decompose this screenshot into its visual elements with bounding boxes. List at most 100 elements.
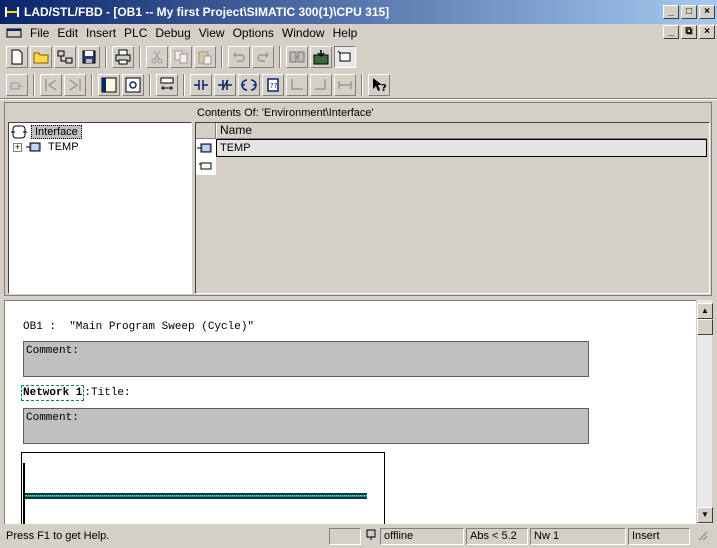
- open-branch-button[interactable]: [286, 74, 308, 96]
- menu-debug[interactable]: Debug: [155, 26, 190, 40]
- doc-close-button[interactable]: ×: [699, 25, 715, 39]
- network-header: Network 1:Title:: [21, 385, 131, 401]
- tree-item-interface[interactable]: Interface: [11, 125, 82, 139]
- connection-button[interactable]: [334, 74, 356, 96]
- row-gutter: [196, 157, 216, 175]
- normally-closed-contact-icon: [218, 79, 232, 91]
- clipboard-icon: [198, 51, 212, 65]
- empty-box-button[interactable]: ??: [262, 74, 284, 96]
- cut-button[interactable]: [146, 46, 168, 68]
- ladder-rung[interactable]: [25, 493, 367, 499]
- column-header-name[interactable]: Name: [216, 123, 707, 139]
- previous-network-button[interactable]: [40, 74, 62, 96]
- normally-open-contact-button[interactable]: [190, 74, 212, 96]
- redo-button[interactable]: [252, 46, 274, 68]
- ladder-network[interactable]: [21, 452, 385, 524]
- grid-corner: [196, 123, 216, 139]
- overview-window-icon: [101, 77, 117, 93]
- new-row[interactable]: [196, 157, 709, 175]
- new-button[interactable]: [6, 46, 28, 68]
- save-button[interactable]: [78, 46, 100, 68]
- normally-closed-contact-button[interactable]: [214, 74, 236, 96]
- network-comment-box[interactable]: Comment:: [23, 408, 589, 444]
- floppy-disk-icon: [82, 50, 96, 64]
- program-elements-button[interactable]: [6, 74, 28, 96]
- menu-file[interactable]: File: [30, 26, 49, 40]
- toolbar-separator: [183, 74, 185, 96]
- open-branch-icon: [291, 79, 303, 90]
- undo-button[interactable]: [228, 46, 250, 68]
- menu-plc[interactable]: PLC: [124, 26, 147, 40]
- contents-grid: Name TEMP: [195, 122, 710, 294]
- toolbar-separator: [361, 74, 363, 96]
- interface-icon: [11, 125, 27, 139]
- scroll-up-button[interactable]: ▲: [697, 303, 713, 319]
- row-name-cell[interactable]: TEMP: [216, 139, 707, 157]
- load-to-pg-button[interactable]: [286, 46, 308, 68]
- open-button[interactable]: [30, 46, 52, 68]
- toolbar-separator: [149, 74, 151, 96]
- next-network-icon: [69, 79, 81, 91]
- network-label[interactable]: Network 1: [21, 385, 85, 401]
- network-title[interactable]: :Title:: [84, 387, 130, 399]
- paste-button[interactable]: [194, 46, 216, 68]
- menu-options[interactable]: Options: [233, 26, 274, 40]
- overview-button[interactable]: [98, 74, 120, 96]
- temp-variable-icon: [197, 143, 212, 153]
- copy-button[interactable]: [170, 46, 192, 68]
- scroll-thumb[interactable]: [697, 319, 713, 335]
- program-elements-icon: [10, 82, 23, 90]
- normally-open-contact-icon: [194, 80, 208, 90]
- document-window-icon[interactable]: [6, 27, 22, 39]
- status-abs-value: Abs < 5.2: [466, 528, 528, 545]
- table-row[interactable]: TEMP: [196, 139, 709, 157]
- context-help-button[interactable]: ?: [368, 74, 390, 96]
- toolbar-separator: [105, 46, 107, 68]
- menu-edit[interactable]: Edit: [57, 26, 78, 40]
- toolbar-separator: [91, 74, 93, 96]
- resize-grip[interactable]: [692, 528, 714, 545]
- coil-button[interactable]: [238, 74, 260, 96]
- block-comment-box[interactable]: Comment:: [23, 341, 589, 377]
- toolbar-separator: [279, 46, 281, 68]
- vertical-scrollbar[interactable]: ▲ ▼: [696, 300, 713, 524]
- code-editor[interactable]: OB1 : "Main Program Sweep (Cycle)" Comme…: [4, 300, 696, 524]
- new-document-icon: [11, 49, 23, 65]
- row-gutter: [196, 139, 216, 157]
- monitor-button[interactable]: [334, 46, 356, 68]
- status-blank-field: [329, 528, 361, 545]
- minimize-button[interactable]: _: [663, 5, 679, 19]
- expand-icon[interactable]: +: [13, 142, 22, 152]
- scroll-down-button[interactable]: ▼: [697, 507, 713, 523]
- new-network-button[interactable]: [156, 74, 178, 96]
- status-online-state: offline: [380, 528, 464, 545]
- close-button[interactable]: ×: [699, 5, 715, 19]
- print-button[interactable]: [112, 46, 134, 68]
- close-branch-button[interactable]: [310, 74, 332, 96]
- doc-restore-button[interactable]: ⧉: [681, 25, 697, 39]
- menu-view[interactable]: View: [199, 26, 225, 40]
- status-connection-icon-field: [361, 528, 379, 545]
- menu-help[interactable]: Help: [333, 26, 358, 40]
- accessible-nodes-button[interactable]: [54, 46, 76, 68]
- comment-label: Comment:: [26, 345, 79, 357]
- toolbar-separator: [139, 46, 141, 68]
- toolbar-separator: [33, 74, 35, 96]
- coil-icon: [241, 79, 257, 91]
- tree-item-temp[interactable]: + TEMP: [13, 141, 79, 153]
- doc-minimize-button[interactable]: _: [663, 25, 679, 39]
- block-title: OB1 : "Main Program Sweep (Cycle)": [23, 321, 255, 333]
- toolbar-divider: [0, 98, 717, 100]
- download-button[interactable]: [310, 46, 332, 68]
- status-bar: Press F1 to get Help. offline Abs < 5.2 …: [0, 526, 717, 548]
- upload-from-plc-icon: [289, 51, 305, 63]
- next-network-button[interactable]: [64, 74, 86, 96]
- details-button[interactable]: [122, 74, 144, 96]
- interface-tree[interactable]: Interface + TEMP: [8, 122, 192, 294]
- menu-insert[interactable]: Insert: [86, 26, 116, 40]
- menu-window[interactable]: Window: [282, 26, 325, 40]
- standard-toolbar: [6, 44, 356, 70]
- comment-label: Comment:: [26, 412, 79, 424]
- interface-pane: Contents Of: 'Environment\Interface' Int…: [4, 102, 712, 296]
- maximize-button[interactable]: □: [681, 5, 697, 19]
